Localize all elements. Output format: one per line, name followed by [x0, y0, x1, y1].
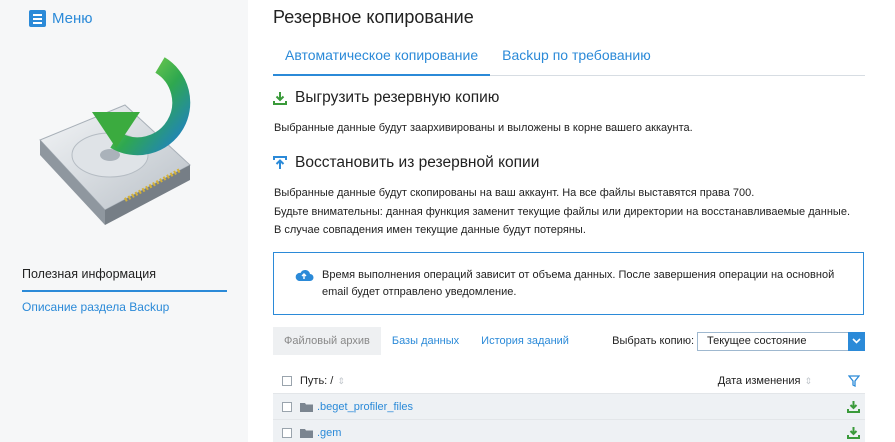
- restore-line-3: В случае совпадения имен текущие данные …: [274, 224, 586, 236]
- cloud-upload-icon: [295, 269, 314, 281]
- restore-line-1: Выбранные данные будут скопированы на ва…: [274, 187, 755, 199]
- select-value: Текущее состояние: [707, 335, 807, 347]
- select-copy-label: Выбрать копию:: [612, 335, 694, 347]
- file-name[interactable]: .gem: [317, 427, 341, 439]
- col-path-header[interactable]: Путь: /: [300, 375, 333, 387]
- info-notice: Время выполнения операций зависит от объ…: [273, 252, 864, 315]
- upload-description: Выбранные данные будут заархивированы и …: [274, 122, 693, 134]
- download-icon[interactable]: [847, 400, 860, 413]
- folder-icon: [300, 402, 313, 412]
- table-row: .beget_profiler_files: [273, 394, 865, 420]
- sort-icon[interactable]: ⇕: [337, 376, 345, 387]
- restore-line-2: Будьте внимательны: данная функция замен…: [274, 206, 850, 218]
- select-all-checkbox[interactable]: [282, 376, 292, 386]
- sort-icon: ⇕: [804, 375, 812, 386]
- tab-backup-on-demand[interactable]: Backup по требованию: [490, 40, 663, 76]
- tab-databases[interactable]: Базы данных: [381, 327, 470, 355]
- tab-auto-backup[interactable]: Автоматическое копирование: [273, 40, 491, 76]
- col-date-label: Дата изменения: [717, 375, 801, 387]
- upload-section-heading[interactable]: Выгрузить резервную копию: [273, 89, 499, 107]
- notice-text: Время выполнения операций зависит от объ…: [322, 269, 835, 298]
- table-row: .gem: [273, 420, 865, 442]
- useful-info-title: Полезная информация: [22, 267, 227, 292]
- archive-filter-bar: Файловый архив Базы данных История задан…: [273, 327, 865, 355]
- chevron-down-icon: [848, 331, 865, 351]
- download-icon: [273, 92, 287, 105]
- download-icon[interactable]: [847, 426, 860, 439]
- col-date-header[interactable]: Дата изменения ⇕: [718, 375, 812, 387]
- folder-icon: [300, 428, 313, 438]
- tab-bar: Автоматическое копирование Backup по тре…: [273, 40, 865, 76]
- file-name[interactable]: .beget_profiler_files: [317, 401, 413, 413]
- table-header: Путь: / ⇕ Дата изменения ⇕: [273, 369, 865, 394]
- row-checkbox[interactable]: [282, 427, 292, 438]
- menu-label: Меню: [52, 10, 93, 27]
- backup-copy-select[interactable]: Текущее состояние: [697, 331, 865, 351]
- upload-heading-label: Выгрузить резервную копию: [295, 89, 500, 106]
- backup-hard-drive-icon: [39, 57, 191, 225]
- file-table: Путь: / ⇕ Дата изменения ⇕ .beget_profil…: [273, 369, 865, 442]
- main-content: Резервное копирование Автоматическое коп…: [248, 0, 895, 442]
- tab-file-archive[interactable]: Файловый архив: [273, 327, 381, 355]
- hamburger-icon: [29, 10, 46, 27]
- restore-heading-label: Восстановить из резервной копии: [295, 154, 540, 171]
- upload-icon: [273, 156, 287, 169]
- menu-button[interactable]: Меню: [29, 10, 93, 27]
- backup-description-link[interactable]: Описание раздела Backup: [22, 300, 169, 314]
- row-checkbox[interactable]: [282, 401, 292, 412]
- restore-section-heading[interactable]: Восстановить из резервной копии: [273, 154, 539, 172]
- sidebar: Меню Полезная информация Описание раздел…: [0, 0, 248, 442]
- page-title: Резервное копирование: [273, 7, 474, 27]
- tab-task-history[interactable]: История заданий: [470, 327, 580, 355]
- filter-icon[interactable]: [848, 375, 860, 387]
